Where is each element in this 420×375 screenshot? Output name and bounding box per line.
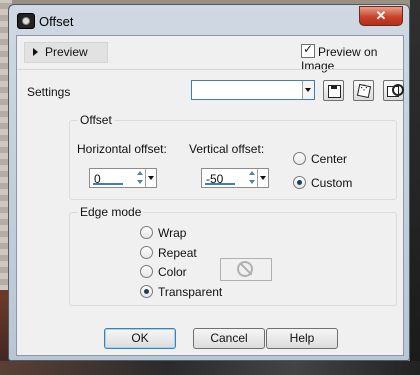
preview-toggle-label: Preview (45, 45, 88, 59)
center-radio[interactable]: Center (293, 152, 347, 166)
radio-button[interactable] (140, 265, 153, 278)
background-strip-right (410, 0, 420, 375)
custom-radio[interactable]: Custom (293, 176, 352, 190)
ok-button[interactable]: OK (104, 328, 176, 349)
divider (17, 69, 403, 70)
horizontal-offset-stepper[interactable]: 0 (89, 168, 157, 188)
spin-down-icon[interactable] (135, 178, 145, 187)
expand-triangle-icon (33, 48, 38, 56)
vertical-offset-label: Vertical offset: (189, 142, 265, 156)
close-button[interactable]: ✕ (359, 6, 403, 26)
spin-up-icon[interactable] (247, 169, 257, 178)
chevron-down-icon[interactable] (145, 169, 156, 187)
focus-underline (93, 183, 123, 185)
color-label: Color (158, 265, 187, 279)
no-color-icon (237, 261, 253, 277)
cancel-button[interactable]: Cancel (193, 328, 265, 349)
help-button[interactable]: Help (266, 328, 338, 349)
settings-dropdown[interactable] (191, 80, 315, 100)
transparent-label: Transparent (158, 285, 223, 299)
spin-arrows[interactable] (247, 169, 257, 187)
repeat-label: Repeat (158, 246, 197, 260)
dialog-body: Preview Preview on Image Settings Offset… (16, 35, 404, 356)
horizontal-offset-label: Horizontal offset: (77, 142, 167, 156)
randomize-dice-icon[interactable] (353, 80, 374, 101)
spin-down-icon[interactable] (247, 178, 257, 187)
chevron-down-icon[interactable] (257, 169, 268, 187)
window-title: Offset (39, 14, 74, 29)
spin-arrows[interactable] (135, 169, 145, 187)
radio-button[interactable] (140, 226, 153, 239)
wrap-label: Wrap (158, 226, 187, 240)
camera-icon (17, 13, 35, 29)
radio-button[interactable] (140, 285, 153, 298)
edge-mode-wrap-radio[interactable]: Wrap (140, 226, 186, 240)
save-preset-icon[interactable] (323, 80, 344, 101)
edge-color-swatch[interactable] (220, 258, 272, 281)
edge-mode-transparent-radio[interactable]: Transparent (140, 285, 222, 299)
vertical-offset-stepper[interactable]: -50 (201, 168, 269, 188)
offset-dialog: Offset ✕ Preview Preview on Image Settin… (8, 4, 410, 361)
edge-mode-repeat-radio[interactable]: Repeat (140, 246, 197, 260)
settings-label: Settings (27, 85, 71, 99)
edge-mode-group-title: Edge mode (78, 205, 144, 219)
radio-button[interactable] (293, 176, 306, 189)
edge-mode-color-radio[interactable]: Color (140, 265, 187, 279)
center-label: Center (311, 152, 348, 166)
radio-button[interactable] (140, 246, 153, 259)
custom-label: Custom (311, 176, 353, 190)
chevron-down-icon[interactable] (302, 81, 314, 99)
spin-up-icon[interactable] (135, 169, 145, 178)
checkbox-box[interactable] (301, 42, 315, 58)
radio-button[interactable] (293, 152, 306, 165)
load-preset-icon[interactable] (383, 80, 404, 101)
title-bar[interactable]: Offset ✕ (9, 5, 409, 35)
background-strip-bottom (0, 361, 420, 375)
preview-toggle-button[interactable]: Preview (24, 42, 108, 63)
offset-group-title: Offset (78, 113, 114, 127)
close-icon: ✕ (375, 8, 387, 23)
focus-underline (205, 183, 235, 185)
